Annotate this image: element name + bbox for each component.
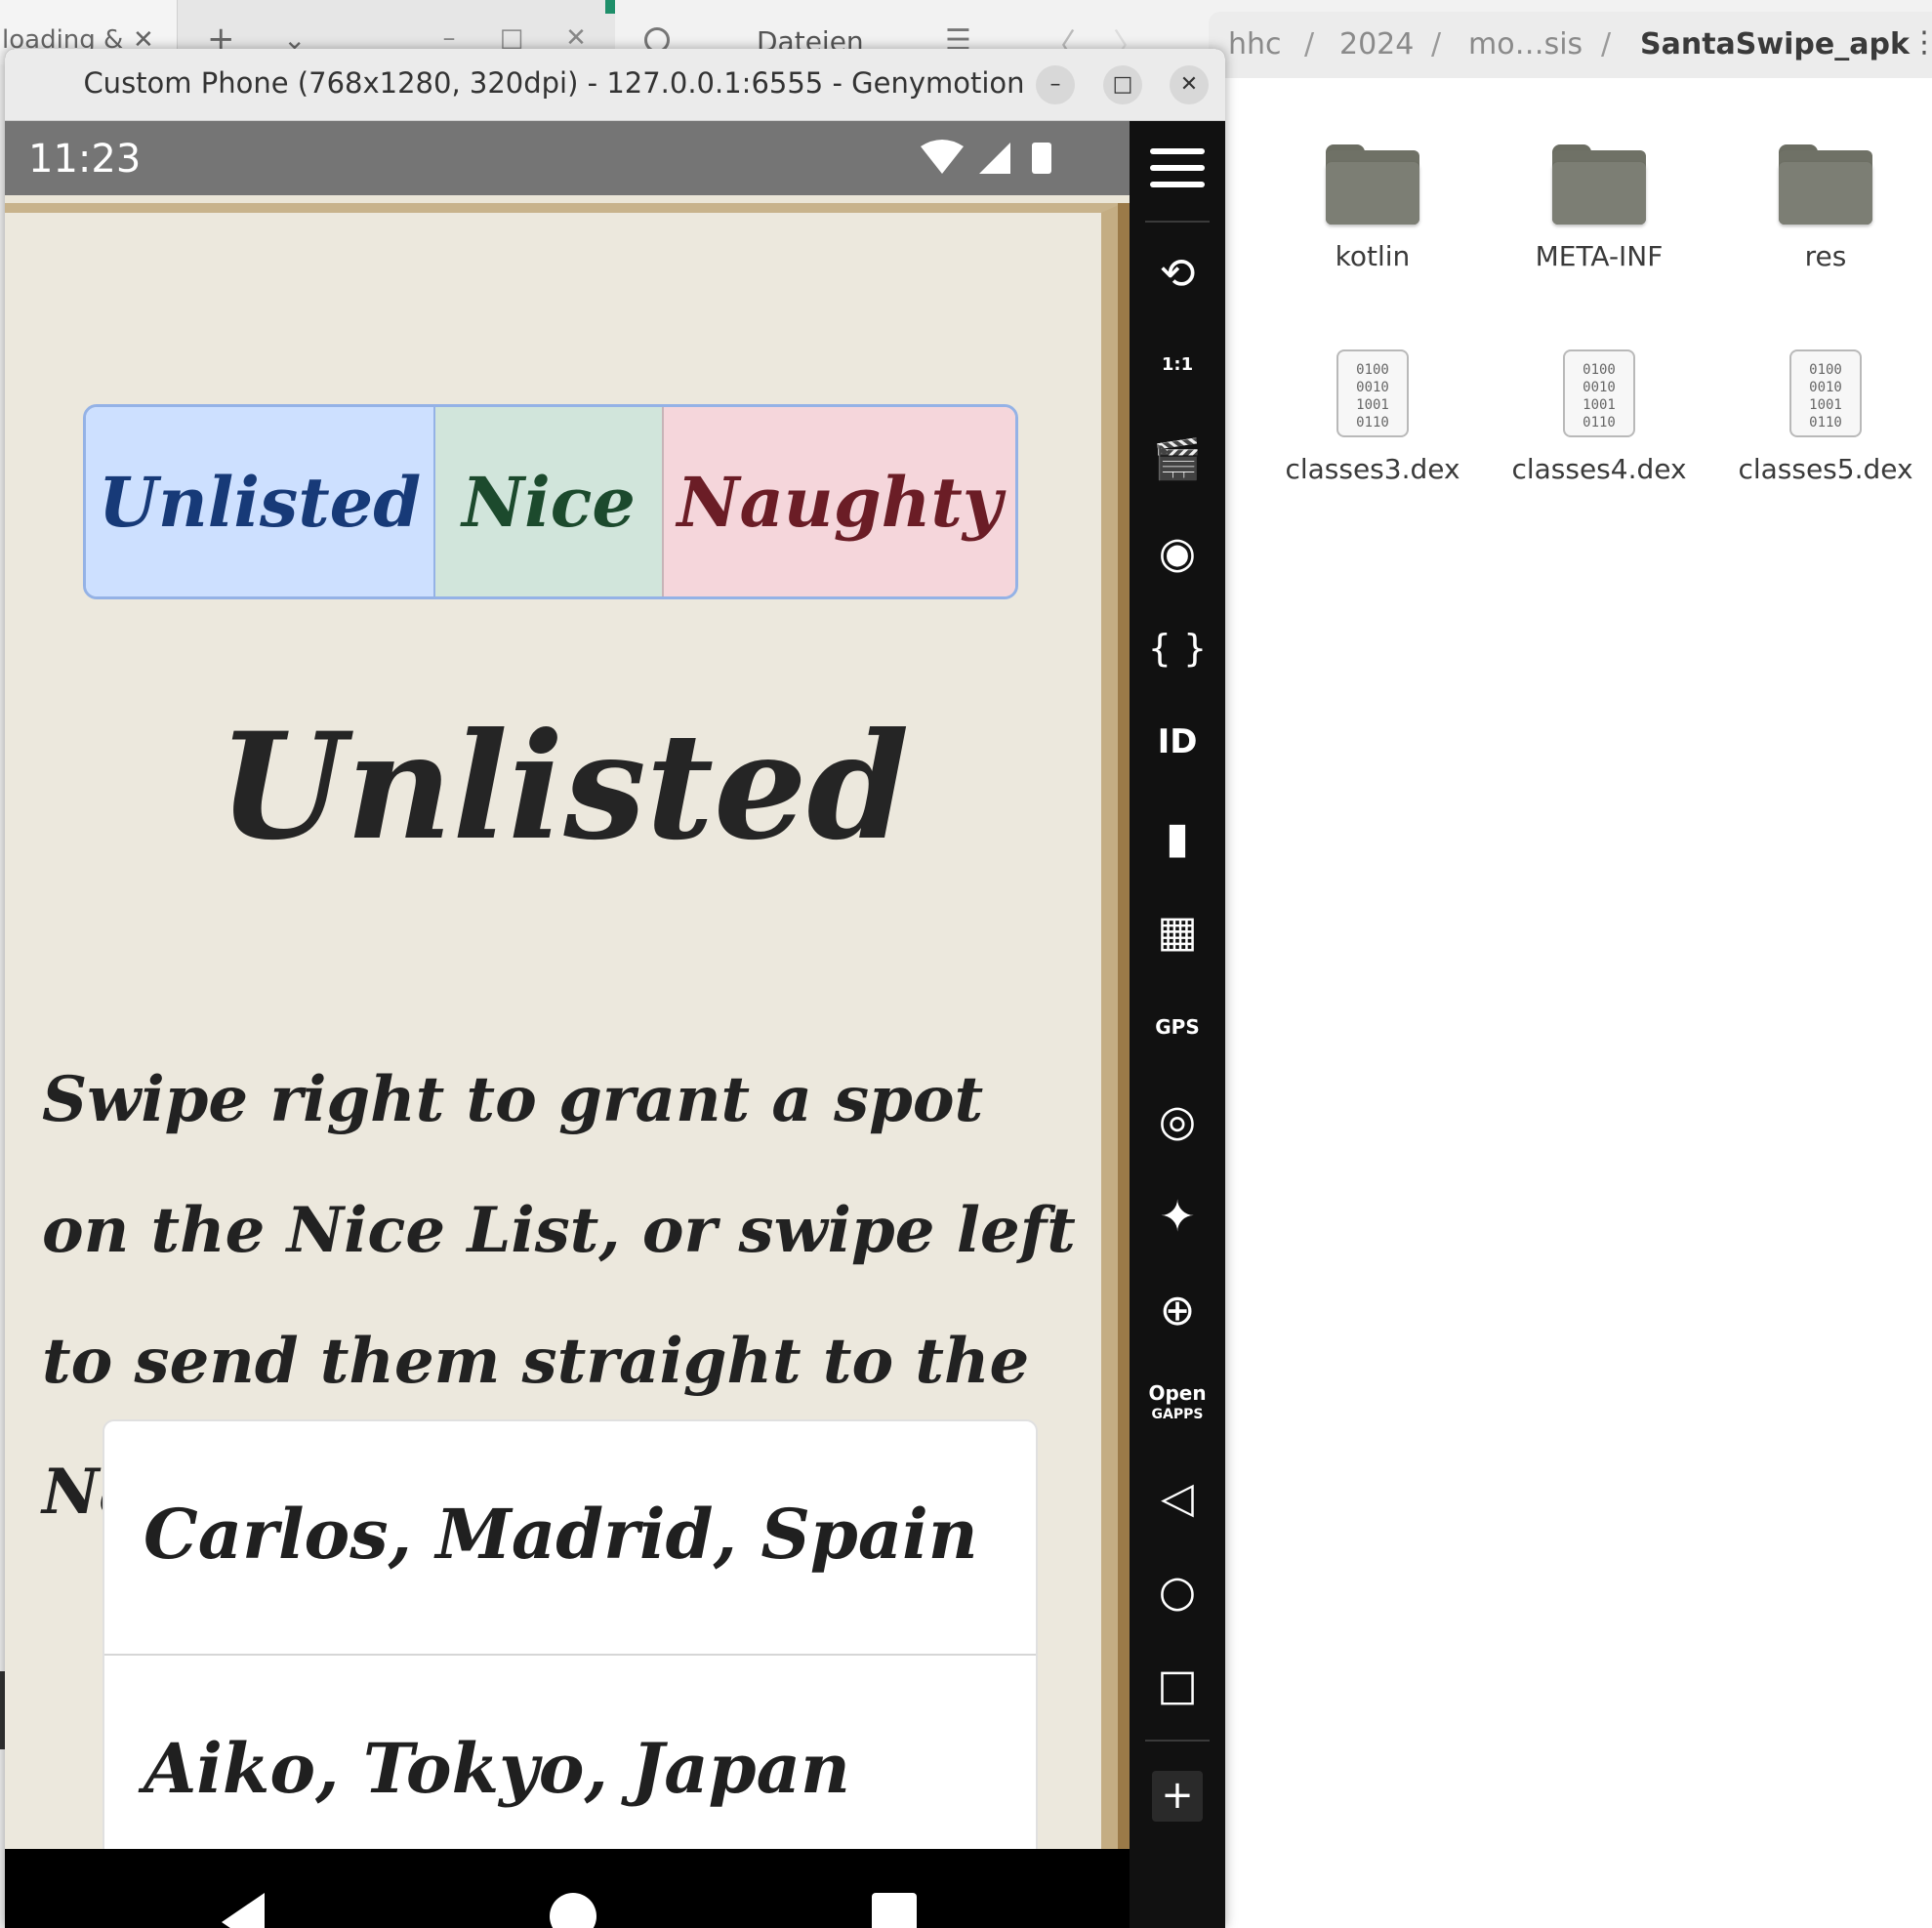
opengapps-icon[interactable]: Open GAPPS — [1130, 1365, 1225, 1443]
recents-icon[interactable]: □ — [1130, 1646, 1225, 1724]
opengapps-label: Open — [1148, 1381, 1207, 1405]
file-label: classes4.dex — [1511, 453, 1687, 485]
broadcast-icon[interactable]: ◉ — [1130, 513, 1225, 592]
binary-file-icon: 0100 0010 1001 0110 — [1336, 349, 1409, 437]
fingerprint-icon[interactable]: ◎ — [1130, 1082, 1225, 1160]
separator — [1145, 221, 1210, 223]
home-icon[interactable]: ○ — [1130, 1552, 1225, 1630]
folder-item-kotlin[interactable]: kotlin — [1260, 141, 1485, 272]
file-label: classes3.dex — [1285, 453, 1460, 485]
back-icon[interactable]: ◁ — [1130, 1458, 1225, 1537]
gamepad-icon[interactable]: ⊕ — [1130, 1271, 1225, 1349]
breadcrumb-item-hhc[interactable]: hhc — [1228, 27, 1282, 62]
more-options-icon[interactable]: ⋮ — [1910, 25, 1932, 60]
genymotion-window: Custom Phone (768x1280, 320dpi) - 127.0.… — [5, 49, 1225, 1928]
capture-icon[interactable]: 🎬 — [1130, 420, 1225, 498]
menu-icon[interactable] — [1130, 129, 1225, 207]
identifiers-icon[interactable]: ID — [1130, 703, 1225, 781]
folder-icon — [1779, 141, 1872, 225]
folder-label: kotlin — [1335, 240, 1411, 272]
breadcrumb-separator: / — [1304, 27, 1315, 62]
close-button[interactable]: ✕ — [1170, 65, 1209, 104]
tab-unlisted[interactable]: Unlisted — [86, 407, 435, 596]
file-item-classes4[interactable]: 0100 0010 1001 0110 classes4.dex — [1487, 349, 1711, 485]
phone-screen[interactable]: 11:23 Unlisted Nice Naughty Unlisted Swi… — [5, 121, 1130, 1928]
wifi-icon — [921, 140, 964, 174]
folder-label: META-INF — [1535, 240, 1664, 272]
binary-file-icon: 0100 0010 1001 0110 — [1789, 349, 1862, 437]
android-nav-bar — [5, 1854, 1130, 1928]
storage-icon[interactable]: ▮ — [1130, 799, 1225, 877]
opengapps-label: GAPPS — [1151, 1407, 1204, 1422]
genymotion-toolbar: ⟲ 1:1 🎬 ◉ { } ID ▮ ▦ GPS ◎ ✦ ⊕ Open GAPP… — [1130, 121, 1225, 1928]
tab-nice[interactable]: Nice — [435, 407, 664, 596]
folder-icon — [1326, 141, 1419, 225]
file-label: classes5.dex — [1738, 453, 1913, 485]
file-item-classes5[interactable]: 0100 0010 1001 0110 classes5.dex — [1713, 349, 1932, 485]
desktop: loading & ✕ + ⌄ – □ ✕ Dateien ☰ 〈 〉 hhc … — [0, 0, 1932, 1928]
parchment-edge — [1118, 203, 1130, 1849]
window-title: Custom Phone (768x1280, 320dpi) - 127.0.… — [83, 66, 1025, 100]
nav-back-icon[interactable] — [222, 1893, 265, 1928]
breadcrumb-item-current[interactable]: SantaSwipe_apk — [1640, 27, 1910, 62]
pixel-perfect-icon[interactable]: 1:1 — [1130, 326, 1225, 404]
separator — [1145, 1740, 1210, 1742]
tab-naughty[interactable]: Naughty — [664, 407, 1015, 596]
window-accent — [605, 0, 615, 14]
breadcrumb-separator: / — [1601, 27, 1612, 62]
folder-item-res[interactable]: res — [1713, 141, 1932, 272]
status-time: 11:23 — [28, 137, 142, 182]
motion-sensor-icon[interactable]: ✦ — [1130, 1177, 1225, 1255]
gps-icon[interactable]: GPS — [1130, 988, 1225, 1066]
list-item-label: Aiko, Tokyo, Japan — [144, 1728, 850, 1809]
list-item[interactable]: Carlos, Madrid, Spain — [104, 1421, 1036, 1656]
list-segmented-control: Unlisted Nice Naughty — [83, 404, 1018, 599]
nav-home-icon[interactable] — [550, 1893, 596, 1928]
status-bar: 11:23 — [5, 121, 1130, 195]
binary-file-icon: 0100 0010 1001 0110 — [1563, 349, 1635, 437]
breadcrumb-item-analysis[interactable]: mo…sis — [1468, 27, 1583, 62]
app-background: Unlisted Nice Naughty Unlisted Swipe rig… — [5, 195, 1130, 1849]
add-widget-icon[interactable]: + — [1152, 1771, 1203, 1822]
child-list: Carlos, Madrid, Spain Aiko, Tokyo, Japan — [103, 1419, 1038, 1849]
battery-icon — [1032, 143, 1051, 174]
folder-icon — [1552, 141, 1646, 225]
rotate-icon[interactable]: ⟲ — [1130, 234, 1225, 312]
file-item-classes3[interactable]: 0100 0010 1001 0110 classes3.dex — [1260, 349, 1485, 485]
maximize-button[interactable]: □ — [1103, 65, 1142, 104]
nav-recents-icon[interactable] — [872, 1893, 917, 1928]
file-grid: kotlin META-INF res 0100 0010 1001 0110 … — [1225, 78, 1932, 1928]
list-item-label: Carlos, Madrid, Spain — [144, 1494, 978, 1575]
folder-label: res — [1804, 240, 1847, 272]
code-icon[interactable]: { } — [1130, 609, 1225, 687]
media-icon[interactable]: ▦ — [1130, 892, 1225, 970]
minimize-button[interactable]: – — [1036, 65, 1075, 104]
breadcrumb-separator: / — [1431, 27, 1442, 62]
folder-item-meta-inf[interactable]: META-INF — [1487, 141, 1711, 272]
signal-icon — [979, 143, 1010, 174]
breadcrumb-item-2024[interactable]: 2024 — [1339, 27, 1414, 62]
genymotion-titlebar[interactable]: Custom Phone (768x1280, 320dpi) - 127.0.… — [5, 49, 1225, 121]
page-title: Unlisted — [218, 701, 910, 873]
status-icons — [921, 140, 1051, 174]
list-item[interactable]: Aiko, Tokyo, Japan — [104, 1656, 1036, 1849]
